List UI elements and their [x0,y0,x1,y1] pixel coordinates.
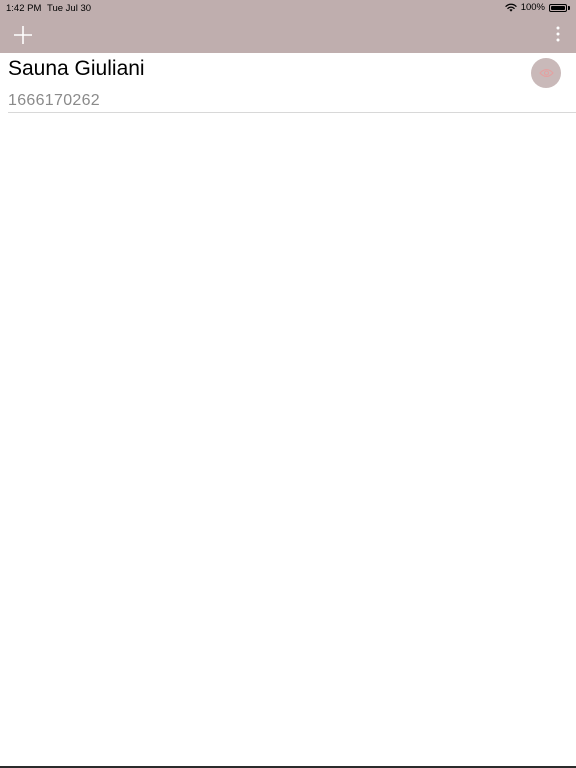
battery-icon [549,3,567,12]
list-item[interactable]: Sauna Giuliani 1666170262 [8,53,576,113]
status-bar: 1:42 PM Tue Jul 30 100% [0,0,576,16]
battery-fill [551,5,565,10]
battery-tip [568,5,570,10]
battery-percentage: 100% [520,2,545,13]
more-vertical-icon [556,26,560,42]
eye-icon [538,68,554,78]
plus-icon [14,26,32,44]
add-button[interactable] [12,24,34,46]
status-time: 1:42 PM [6,3,42,14]
view-button[interactable] [531,58,561,88]
item-title: Sauna Giuliani [8,57,145,80]
more-options-button[interactable] [554,25,562,43]
status-right: 100% [505,2,570,13]
item-subtitle: 1666170262 [8,92,100,109]
app-header: 1:42 PM Tue Jul 30 100% [0,0,576,53]
status-date: Tue Jul 30 [47,3,92,14]
wifi-icon [505,3,517,12]
